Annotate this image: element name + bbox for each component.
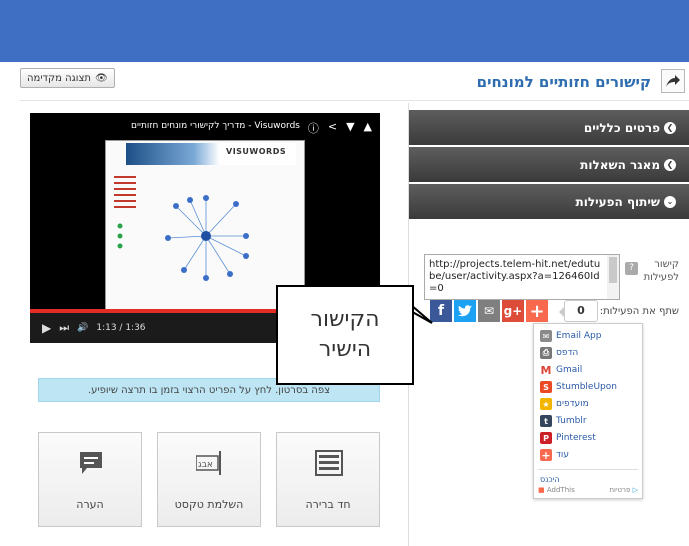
twitter-icon[interactable] (454, 300, 476, 322)
tool-comment[interactable]: הערה (38, 432, 142, 527)
more-share-icon[interactable]: + (526, 300, 548, 322)
share-icon[interactable]: < (328, 120, 337, 136)
chevron-right-icon: ❯ (664, 158, 676, 171)
menu-item-print[interactable]: ⎙ הדפס (540, 345, 578, 361)
preview-button[interactable]: 👁 תצוגה מקדימה (20, 68, 115, 88)
gmail-icon: M (540, 363, 552, 377)
google-plus-icon[interactable]: g+ (502, 300, 524, 322)
menu-item-favorites[interactable]: ★ מועדפים (540, 396, 589, 412)
accordion-label: שיתוף הפעילות (575, 194, 660, 209)
menu-item-label: Email App (556, 331, 602, 341)
facebook-icon[interactable]: f (430, 300, 452, 322)
share-count: 0 (559, 300, 598, 322)
menu-item-stumbleupon[interactable]: S StumbleUpon (540, 379, 617, 395)
share-activity-label: שתף את הפעילות: (599, 306, 679, 317)
multiple-choice-icon (315, 450, 343, 476)
video-top-controls: ⓘ < ▼ ▲ (308, 120, 372, 136)
page-title: קישורים חזותיים למונחים (476, 73, 651, 91)
text-completion-icon: אבג (196, 451, 221, 475)
top-banner (0, 0, 689, 62)
callout-line-2: הישיר (318, 337, 372, 362)
print-icon: ⎙ (540, 347, 552, 359)
menu-footer: ■ AddThis פרטיות ▷ (538, 486, 638, 494)
annotation-callout: הקישור הישיר (276, 285, 414, 385)
link-field-scrollbar[interactable] (607, 255, 619, 299)
activity-link-field[interactable]: http://projects.telem-hit.net/edutube/us… (424, 254, 620, 300)
tool-multiple-choice[interactable]: חד ברירה (276, 432, 380, 527)
menu-login-link[interactable]: היכנס (540, 471, 560, 487)
share-buttons: f ✉ g+ + (430, 300, 548, 322)
menu-item-email-app[interactable]: ✉ Email App (540, 328, 601, 344)
video-title: Visuwords - מדריך לקישורי מונחים חזותיים (130, 121, 300, 131)
chevron-right-icon: ❯ (664, 121, 676, 134)
pinterest-icon: P (540, 432, 552, 444)
menu-item-label: StumbleUpon (556, 382, 617, 392)
next-icon[interactable]: ⏭ (59, 321, 69, 335)
menu-divider (538, 469, 638, 470)
tool-label: השלמת טקסט (174, 498, 244, 511)
menu-item-tumblr[interactable]: t Tumblr (540, 413, 587, 429)
stumbleupon-icon: S (540, 381, 552, 393)
privacy-link[interactable]: פרטיות ▷ (609, 486, 638, 494)
dislike-icon[interactable]: ▼ (346, 120, 354, 136)
tool-label: הערה (76, 498, 104, 511)
privacy-label: פרטיות (609, 486, 631, 494)
chevron-down-icon: ⌄ (664, 195, 676, 208)
addthis-brand[interactable]: ■ AddThis (538, 486, 575, 494)
email-app-icon: ✉ (540, 330, 552, 342)
email-icon[interactable]: ✉ (478, 300, 500, 322)
eye-icon: 👁 (94, 72, 108, 84)
video-thumbnail: VISUWORDS (105, 140, 305, 310)
favorites-icon: ★ (540, 398, 552, 410)
menu-item-gmail[interactable]: M Gmail (540, 362, 582, 378)
menu-item-label: מועדפים (556, 399, 589, 409)
preview-button-label: תצוגה מקדימה (27, 72, 91, 84)
addthis-label: AddThis (546, 486, 575, 494)
tool-label: חד ברירה (305, 498, 351, 511)
menu-item-pinterest[interactable]: P Pinterest (540, 430, 596, 446)
like-icon[interactable]: ▲ (364, 120, 372, 136)
callout-line-1: הקישור (310, 307, 380, 332)
accordion-label: פרטים כלליים (583, 120, 660, 135)
accordion-share-activity[interactable]: ⌄ שיתוף הפעילות (409, 184, 689, 219)
menu-item-more[interactable]: + עוד (540, 447, 569, 463)
divider (20, 100, 689, 101)
svg-text:אבג: אבג (198, 460, 213, 470)
activity-link-label: קישור לפעילות (643, 259, 679, 283)
accordion-general-details[interactable]: ❯ פרטים כלליים (409, 110, 689, 145)
comment-icon (80, 452, 102, 474)
menu-item-label: עוד (556, 450, 569, 460)
more-icon: + (540, 448, 552, 462)
info-icon[interactable]: ⓘ (308, 120, 319, 136)
share-arrow-icon[interactable] (661, 69, 685, 93)
accordion-question-bank[interactable]: ❯ מאגר השאלות (409, 147, 689, 182)
video-time: 1:13 / 1:36 (96, 323, 146, 333)
menu-item-label: Pinterest (556, 433, 596, 443)
accordion-label: מאגר השאלות (580, 157, 660, 172)
menu-item-label: הדפס (556, 348, 579, 358)
volume-icon[interactable]: 🔊 (77, 323, 88, 333)
tool-text-completion[interactable]: אבג השלמת טקסט (157, 432, 261, 527)
addthis-share-menu: ✉ Email App ⎙ הדפס M Gmail S StumbleUpon… (533, 323, 643, 499)
help-icon[interactable]: ? (625, 262, 638, 275)
tumblr-icon: t (540, 415, 552, 427)
play-icon[interactable]: ▶ (42, 321, 51, 335)
menu-item-label: Gmail (556, 365, 583, 375)
visuwords-logo: VISUWORDS (226, 147, 287, 156)
menu-item-label: Tumblr (556, 416, 587, 426)
